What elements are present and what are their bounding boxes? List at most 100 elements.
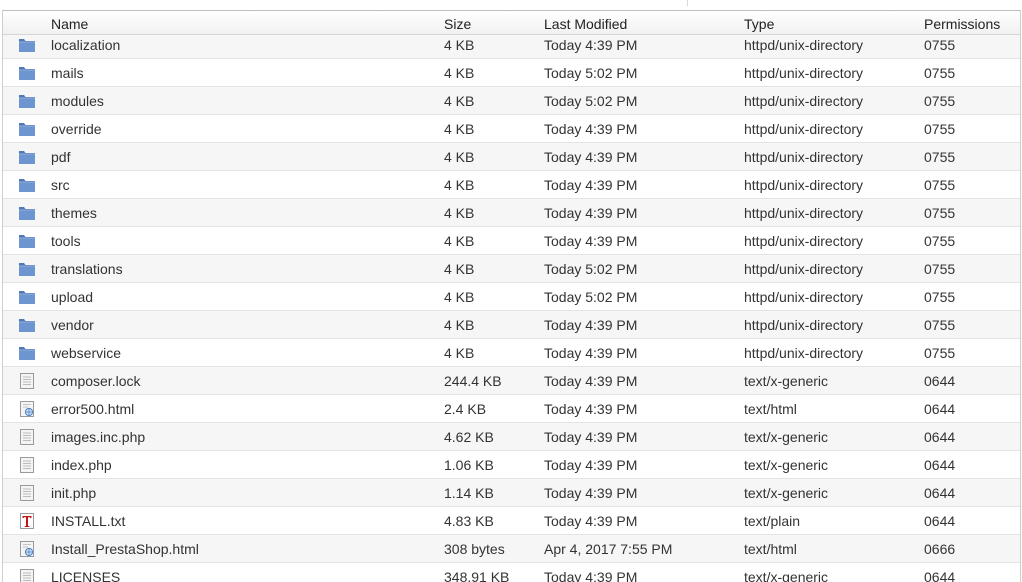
file-size: 4 KB bbox=[444, 261, 475, 277]
file-permissions[interactable]: 0644 bbox=[924, 373, 955, 389]
folder-icon bbox=[18, 345, 36, 361]
file-list-header: Name Size Last Modified Type Permissions bbox=[3, 11, 1020, 35]
table-row[interactable]: LICENSES 348.91 KB Today 4:39 PM text/x-gen… bbox=[3, 563, 1020, 582]
file-permissions[interactable]: 0755 bbox=[924, 149, 955, 165]
file-permissions[interactable]: 0755 bbox=[924, 93, 955, 109]
file-permissions[interactable]: 0644 bbox=[924, 513, 955, 529]
file-permissions[interactable]: 0644 bbox=[924, 429, 955, 445]
file-permissions[interactable]: 0644 bbox=[924, 569, 955, 582]
file-name[interactable]: init.php bbox=[51, 485, 96, 501]
file-size: 1.14 KB bbox=[444, 485, 494, 501]
table-row[interactable]: index.php 1.06 KB Today 4:39 PM text/x-gene… bbox=[3, 451, 1020, 479]
table-row[interactable]: INSTALL.txt 4.83 KB Today 4:39 PM text/plai… bbox=[3, 507, 1020, 535]
file-last-modified: Today 4:39 PM bbox=[544, 149, 638, 165]
table-row[interactable]: init.php 1.14 KB Today 4:39 PM text/x-gener… bbox=[3, 479, 1020, 507]
column-header-size[interactable]: Size bbox=[444, 16, 471, 32]
file-last-modified: Today 5:02 PM bbox=[544, 261, 638, 277]
table-row[interactable]: modules 4 KB Today 5:02 PM httpd/unix-direc… bbox=[3, 87, 1020, 115]
file-name[interactable]: index.php bbox=[51, 457, 112, 473]
folder-icon bbox=[18, 121, 36, 137]
text-file-icon bbox=[18, 513, 36, 529]
file-last-modified: Today 4:39 PM bbox=[544, 457, 638, 473]
file-name[interactable]: images.inc.php bbox=[51, 429, 145, 445]
file-permissions[interactable]: 0755 bbox=[924, 345, 955, 361]
folder-icon bbox=[18, 93, 36, 109]
table-row[interactable]: upload 4 KB Today 5:02 PM httpd/unix-direct… bbox=[3, 283, 1020, 311]
file-name[interactable]: override bbox=[51, 121, 102, 137]
file-name[interactable]: mails bbox=[51, 65, 84, 81]
generic-file-icon bbox=[18, 485, 36, 501]
file-type: httpd/unix-directory bbox=[744, 289, 864, 305]
file-permissions[interactable]: 0755 bbox=[924, 261, 955, 277]
file-name[interactable]: localization bbox=[51, 37, 120, 53]
file-permissions[interactable]: 0644 bbox=[924, 485, 955, 501]
file-name[interactable]: pdf bbox=[51, 149, 70, 165]
file-last-modified: Today 4:39 PM bbox=[544, 401, 638, 417]
file-type: text/plain bbox=[744, 513, 801, 529]
file-last-modified: Today 4:39 PM bbox=[544, 373, 638, 389]
file-name[interactable]: tools bbox=[51, 233, 81, 249]
folder-icon bbox=[18, 205, 36, 221]
file-last-modified: Today 4:39 PM bbox=[544, 485, 638, 501]
file-permissions[interactable]: 0644 bbox=[924, 457, 955, 473]
file-permissions[interactable]: 0644 bbox=[924, 401, 955, 417]
column-header-last-modified[interactable]: Last Modified bbox=[544, 16, 627, 32]
file-permissions[interactable]: 0755 bbox=[924, 289, 955, 305]
file-permissions[interactable]: 0755 bbox=[924, 37, 955, 53]
file-name[interactable]: LICENSES bbox=[51, 569, 120, 582]
file-type: httpd/unix-directory bbox=[744, 93, 864, 109]
folder-icon bbox=[18, 317, 36, 333]
file-name[interactable]: vendor bbox=[51, 317, 94, 333]
file-name[interactable]: modules bbox=[51, 93, 104, 109]
file-permissions[interactable]: 0666 bbox=[924, 541, 955, 557]
table-row[interactable]: tools 4 KB Today 4:39 PM httpd/unix-directo… bbox=[3, 227, 1020, 255]
table-row[interactable]: error500.html 2.4 KB Today 4:39 PM text/htm… bbox=[3, 395, 1020, 423]
file-size: 4 KB bbox=[444, 345, 475, 361]
file-permissions[interactable]: 0755 bbox=[924, 317, 955, 333]
file-name[interactable]: src bbox=[51, 177, 70, 193]
file-last-modified: Today 4:39 PM bbox=[544, 177, 638, 193]
html-file-icon bbox=[18, 541, 36, 557]
file-type: httpd/unix-directory bbox=[744, 65, 864, 81]
table-row[interactable]: pdf 4 KB Today 4:39 PM httpd/unix-directory… bbox=[3, 143, 1020, 171]
file-name[interactable]: Install_PrestaShop.html bbox=[51, 541, 199, 557]
table-row[interactable]: themes 4 KB Today 4:39 PM httpd/unix-direct… bbox=[3, 199, 1020, 227]
file-name[interactable]: webservice bbox=[51, 345, 121, 361]
table-row[interactable]: webservice 4 KB Today 4:39 PM httpd/unix-di… bbox=[3, 339, 1020, 367]
column-header-permissions[interactable]: Permissions bbox=[924, 16, 1000, 32]
folder-icon bbox=[18, 261, 36, 277]
table-row[interactable]: Install_PrestaShop.html 308 bytes Apr 4, 2… bbox=[3, 535, 1020, 563]
file-permissions[interactable]: 0755 bbox=[924, 205, 955, 221]
column-header-type[interactable]: Type bbox=[744, 16, 774, 32]
file-name[interactable]: INSTALL.txt bbox=[51, 513, 125, 529]
table-row[interactable]: translations 4 KB Today 5:02 PM httpd/unix-… bbox=[3, 255, 1020, 283]
table-row[interactable]: override 4 KB Today 4:39 PM httpd/unix-dire… bbox=[3, 115, 1020, 143]
file-name[interactable]: error500.html bbox=[51, 401, 134, 417]
file-size: 4 KB bbox=[444, 317, 475, 333]
generic-file-icon bbox=[18, 429, 36, 445]
file-permissions[interactable]: 0755 bbox=[924, 121, 955, 137]
table-row[interactable]: localization 4 KB Today 4:39 PM httpd/unix-… bbox=[3, 31, 1020, 59]
file-size: 4.62 KB bbox=[444, 429, 494, 445]
file-name[interactable]: upload bbox=[51, 289, 93, 305]
file-permissions[interactable]: 0755 bbox=[924, 177, 955, 193]
file-rows: localization 4 KB Today 4:39 PM httpd/unix-… bbox=[3, 31, 1020, 582]
file-size: 348.91 KB bbox=[444, 569, 510, 582]
file-name[interactable]: translations bbox=[51, 261, 123, 277]
file-last-modified: Today 4:39 PM bbox=[544, 233, 638, 249]
file-type: text/html bbox=[744, 541, 797, 557]
table-row[interactable]: composer.lock 244.4 KB Today 4:39 PM text/x… bbox=[3, 367, 1020, 395]
file-type: text/x-generic bbox=[744, 373, 829, 389]
table-row[interactable]: mails 4 KB Today 5:02 PM httpd/unix-directo… bbox=[3, 59, 1020, 87]
file-list: Name Size Last Modified Type Permissions… bbox=[2, 10, 1021, 582]
file-name[interactable]: composer.lock bbox=[51, 373, 140, 389]
column-header-name[interactable]: Name bbox=[51, 16, 88, 32]
file-permissions[interactable]: 0755 bbox=[924, 233, 955, 249]
file-permissions[interactable]: 0755 bbox=[924, 65, 955, 81]
file-name[interactable]: themes bbox=[51, 205, 97, 221]
table-row[interactable]: vendor 4 KB Today 4:39 PM httpd/unix-direct… bbox=[3, 311, 1020, 339]
table-row[interactable]: src 4 KB Today 4:39 PM httpd/unix-directory… bbox=[3, 171, 1020, 199]
divider bbox=[687, 0, 688, 6]
file-type: text/x-generic bbox=[744, 569, 829, 582]
table-row[interactable]: images.inc.php 4.62 KB Today 4:39 PM text/x… bbox=[3, 423, 1020, 451]
